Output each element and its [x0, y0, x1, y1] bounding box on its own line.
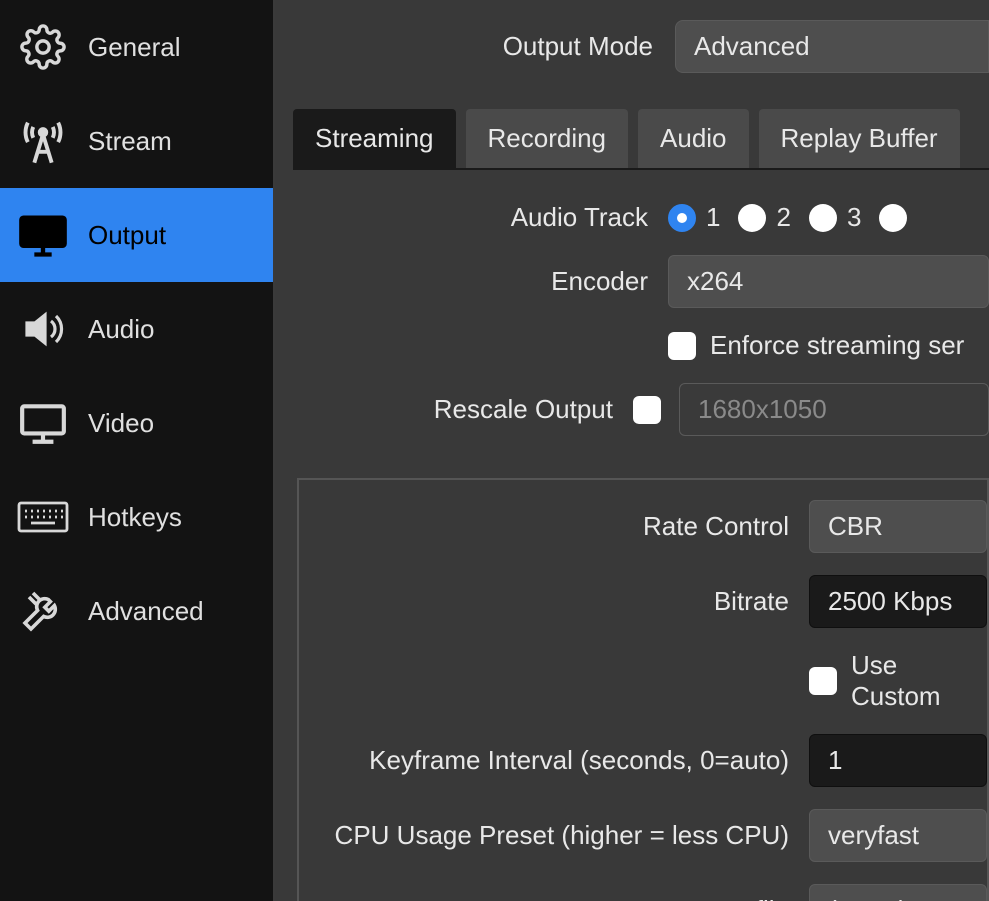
rate-control-select[interactable]: CBR — [809, 500, 987, 553]
encoder-label: Encoder — [293, 266, 648, 297]
sidebar-item-label: Stream — [88, 126, 172, 157]
use-custom-checkbox-row[interactable]: Use Custom — [809, 650, 987, 712]
tools-icon — [15, 586, 70, 636]
sidebar-item-label: Advanced — [88, 596, 204, 627]
output-monitor-icon — [15, 210, 70, 260]
radio-icon — [879, 204, 907, 232]
rescale-value: 1680x1050 — [679, 383, 989, 436]
tab-audio[interactable]: Audio — [638, 109, 749, 168]
sidebar-item-stream[interactable]: Stream — [0, 94, 273, 188]
audio-track-radio-1[interactable]: 1 — [668, 202, 720, 233]
enforce-checkbox-row[interactable]: Enforce streaming ser — [668, 330, 964, 361]
radio-icon — [668, 204, 696, 232]
speaker-icon — [15, 304, 70, 354]
keyframe-label: Keyframe Interval (seconds, 0=auto) — [299, 745, 789, 776]
radio-icon — [738, 204, 766, 232]
main-content: Output Mode Advanced Streaming Recording… — [275, 0, 989, 901]
sidebar-item-general[interactable]: General — [0, 0, 273, 94]
sidebar-item-hotkeys[interactable]: Hotkeys — [0, 470, 273, 564]
sidebar-item-advanced[interactable]: Advanced — [0, 564, 273, 658]
gear-icon — [15, 22, 70, 72]
audio-track-radio-3[interactable]: 3 — [809, 202, 861, 233]
audio-track-radio-4[interactable] — [879, 204, 907, 232]
tab-recording[interactable]: Recording — [466, 109, 629, 168]
keyframe-input[interactable]: 1 — [809, 734, 987, 787]
tab-streaming[interactable]: Streaming — [293, 109, 456, 168]
rescale-label: Rescale Output — [293, 394, 613, 425]
sidebar-item-label: General — [88, 32, 181, 63]
tabs: Streaming Recording Audio Replay Buffer — [293, 109, 989, 170]
rescale-checkbox[interactable] — [633, 396, 661, 424]
bitrate-input[interactable]: 2500 Kbps — [809, 575, 987, 628]
cpu-preset-select[interactable]: veryfast — [809, 809, 987, 862]
sidebar-item-video[interactable]: Video — [0, 376, 273, 470]
bitrate-label: Bitrate — [299, 586, 789, 617]
use-custom-label: Use Custom — [851, 650, 987, 712]
enforce-label: Enforce streaming ser — [710, 330, 964, 361]
antenna-icon — [15, 116, 70, 166]
monitor-icon — [15, 398, 70, 448]
sidebar-item-label: Output — [88, 220, 166, 251]
sidebar-item-audio[interactable]: Audio — [0, 282, 273, 376]
sidebar-item-label: Video — [88, 408, 154, 439]
checkbox-icon — [809, 667, 837, 695]
encoder-select[interactable]: x264 — [668, 255, 989, 308]
keyboard-icon — [15, 492, 70, 542]
tab-replay-buffer[interactable]: Replay Buffer — [759, 109, 960, 168]
sidebar-item-label: Audio — [88, 314, 155, 345]
sidebar-item-label: Hotkeys — [88, 502, 182, 533]
audio-track-label: Audio Track — [293, 202, 648, 233]
sidebar-item-output[interactable]: Output — [0, 188, 273, 282]
checkbox-icon — [668, 332, 696, 360]
encoder-settings-panel: Rate Control CBR Bitrate 2500 Kbps Use C… — [297, 478, 989, 901]
radio-icon — [809, 204, 837, 232]
profile-label: Profile — [299, 895, 789, 901]
profile-select[interactable]: (None) — [809, 884, 987, 901]
output-mode-select[interactable]: Advanced — [675, 20, 989, 73]
audio-track-radio-2[interactable]: 2 — [738, 202, 790, 233]
rate-control-label: Rate Control — [299, 511, 789, 542]
cpu-preset-label: CPU Usage Preset (higher = less CPU) — [299, 820, 789, 851]
sidebar: General Stream Output Audio Video — [0, 0, 275, 901]
output-mode-label: Output Mode — [293, 31, 653, 62]
